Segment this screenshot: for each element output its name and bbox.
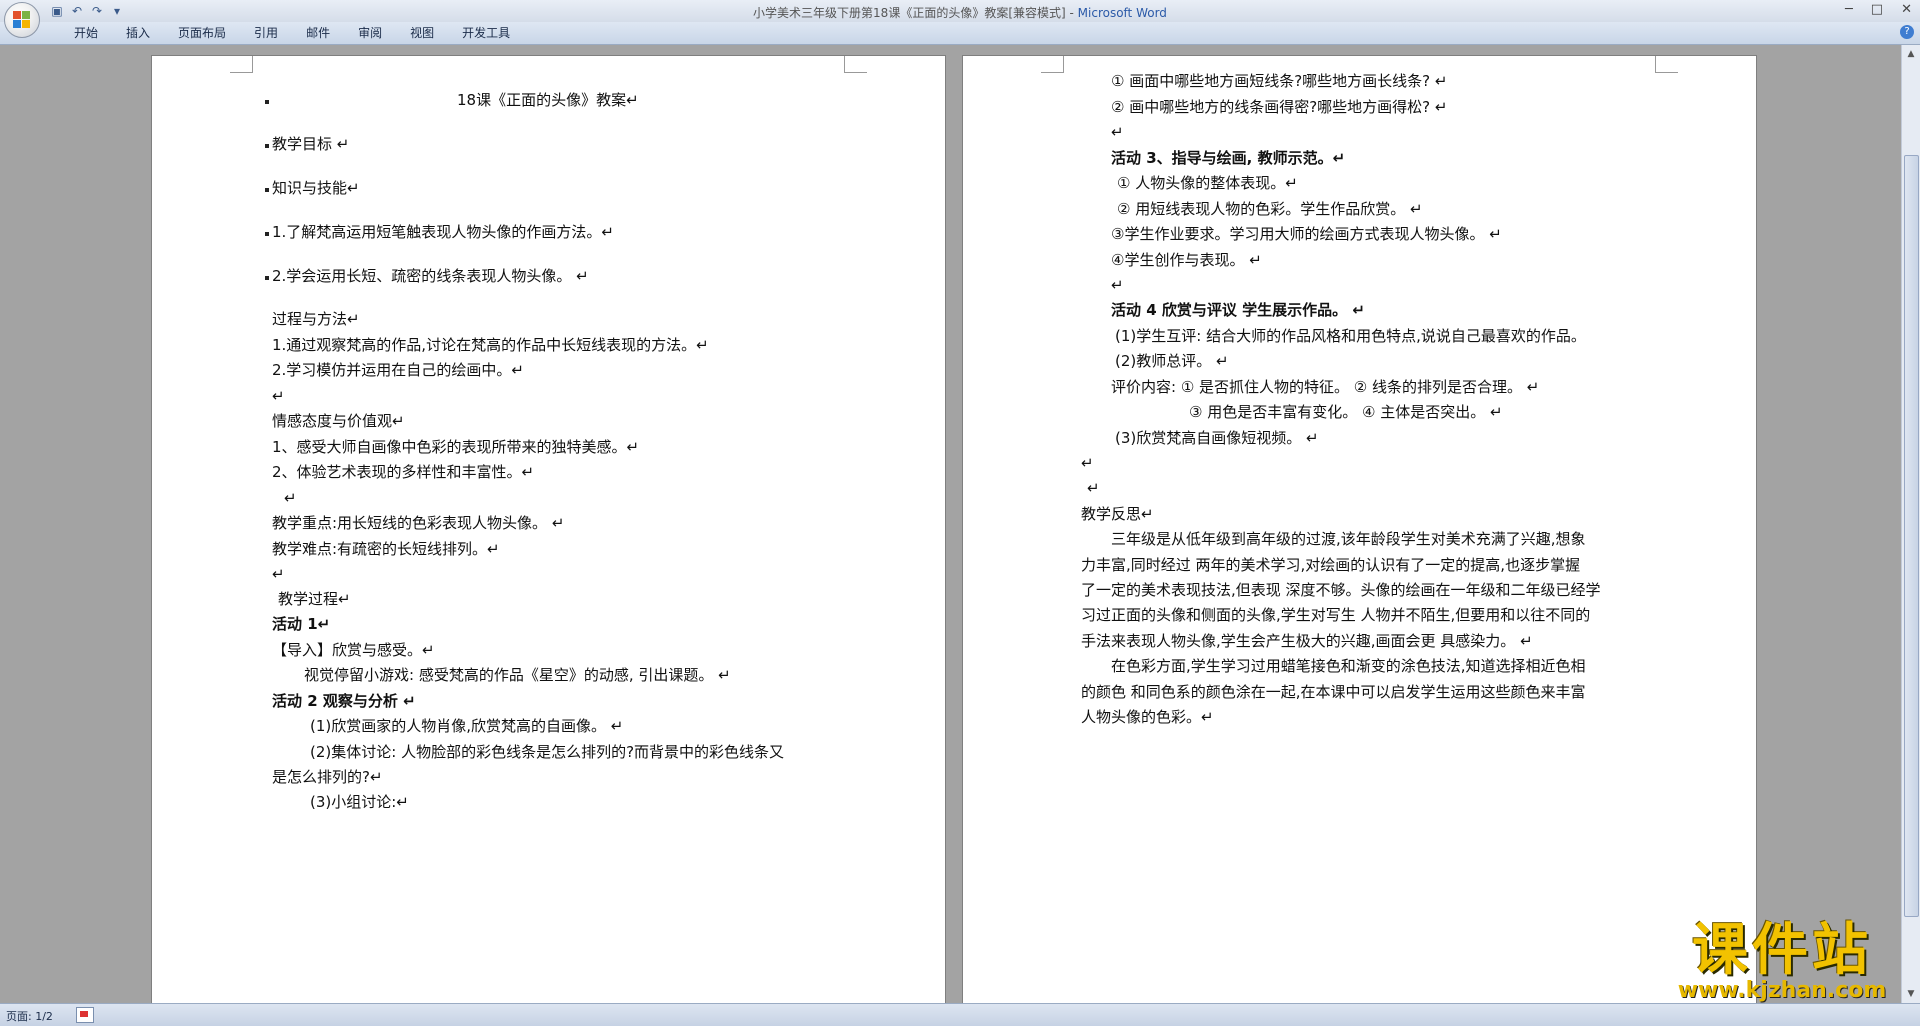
app-name: Microsoft Word: [1077, 6, 1167, 20]
text-line: (2)教师总评。 ↵: [1115, 352, 1229, 370]
text-line: 2.学会运用长短、疏密的线条表现人物头像。 ↵: [272, 267, 589, 285]
tab-4[interactable]: 邮件: [292, 25, 344, 41]
text-line: 评价内容: ① 是否抓住人物的特征。 ② 线条的排列是否合理。 ↵: [1111, 378, 1540, 396]
office-button[interactable]: [4, 2, 40, 38]
text-line: ① 人物头像的整体表现。↵: [1117, 174, 1298, 192]
text-line: ② 画中哪些地方的线条画得密?哪些地方画得松? ↵: [1111, 98, 1448, 116]
window-title: 小学美术三年级下册第18课《正面的头像》教案[兼容模式] - Microsoft…: [0, 4, 1920, 21]
text-line: 1.了解梵高运用短笔触表现人物头像的作画方法。↵: [272, 223, 614, 241]
help-icon[interactable]: ?: [1900, 25, 1914, 39]
text-line: 活动 3、指导与绘画, 教师示范。↵: [1111, 149, 1346, 167]
text-line: ④学生创作与表现。 ↵: [1111, 251, 1262, 269]
text-line: ↵: [272, 387, 285, 405]
text-line: 教学反思↵: [1081, 505, 1154, 523]
text-line: (2)集体讨论: 人物脸部的彩色线条是怎么排列的?而背景中的彩色线条又: [310, 743, 785, 761]
tab-0[interactable]: 开始: [60, 25, 112, 41]
text-line: 教学重点:用长短线的色彩表现人物头像。 ↵: [272, 514, 565, 532]
text-line: 过程与方法↵: [272, 310, 360, 328]
text-line: 习过正面的头像和侧面的头像,学生对写生 人物并不陌生,但要用和以往不同的: [1081, 606, 1591, 624]
scroll-up-icon[interactable]: ▲: [1904, 47, 1918, 61]
paragraph-mark-icon: [265, 276, 269, 280]
document-area[interactable]: 18课《正面的头像》教案↵ 教学目标 ↵ 知识与技能↵ 1.了解梵高运用短笔触表现人物…: [0, 45, 1902, 1003]
vertical-scrollbar[interactable]: ▲ ▼: [1901, 45, 1920, 1003]
text-line: ① 画面中哪些地方画短线条?哪些地方画长线条? ↵: [1111, 72, 1448, 90]
text-line: 2.学习模仿并运用在自己的绘画中。↵: [272, 361, 524, 379]
status-bar: 页面: 1/2: [0, 1003, 1920, 1026]
text-line: 教学过程↵: [278, 590, 351, 608]
text-line: 力丰富,同时经过 两年的美术学习,对绘画的认识有了一定的提高,也逐步掌握: [1081, 556, 1581, 574]
paragraph-mark-icon: [265, 144, 269, 148]
text-line: 情感态度与价值观↵: [272, 412, 405, 430]
maximize-button[interactable]: □: [1871, 2, 1883, 17]
text-line: 手法来表现人物头像,学生会产生极大的兴趣,画面会更 具感染力。 ↵: [1081, 632, 1533, 650]
text-line: 活动 1↵: [272, 615, 331, 633]
window-controls: ─ □ ✕: [1845, 2, 1912, 17]
text-line: 的颜色 和同色系的颜色涂在一起,在本课中可以启发学生运用这些颜色来丰富: [1081, 683, 1586, 701]
text-line: 活动 4 欣赏与评议 学生展示作品。 ↵: [1111, 301, 1365, 319]
text-line: ↵: [1111, 123, 1124, 141]
crop-mark: [230, 56, 253, 73]
title-bar: ▣ ↶ ↷ ▾ 小学美术三年级下册第18课《正面的头像》教案[兼容模式] - M…: [0, 0, 1920, 38]
watermark-title: 课件站: [1692, 917, 1872, 983]
text-line: 知识与技能↵: [272, 179, 360, 197]
tab-7[interactable]: 开发工具: [448, 25, 524, 41]
text-line: 2、体验艺术表现的多样性和丰富性。↵: [272, 463, 535, 481]
document-title: 小学美术三年级下册第18课《正面的头像》教案[兼容模式] -: [753, 6, 1078, 20]
text-line: ↵: [1081, 454, 1094, 472]
text-line: ↵: [272, 565, 285, 583]
text-line: 了一定的美术表现技法,但表现 深度不够。头像的绘画在一年级和二年级已经学: [1081, 581, 1601, 599]
watermark-url: www.kjzhan.com: [1677, 978, 1887, 1003]
scroll-down-icon[interactable]: ▼: [1904, 987, 1918, 1001]
paragraph-mark-icon: [265, 188, 269, 192]
page-1[interactable]: 18课《正面的头像》教案↵ 教学目标 ↵ 知识与技能↵ 1.了解梵高运用短笔触表现人物…: [151, 55, 946, 1003]
close-button[interactable]: ✕: [1901, 2, 1912, 17]
tab-2[interactable]: 页面布局: [164, 25, 240, 41]
crop-mark: [1041, 56, 1064, 73]
tab-1[interactable]: 插入: [112, 25, 164, 41]
text-line: (3)欣赏梵高自画像短视频。 ↵: [1115, 429, 1319, 447]
tab-3[interactable]: 引用: [240, 25, 292, 41]
scroll-thumb[interactable]: [1904, 155, 1919, 917]
text-line: 教学目标 ↵: [272, 135, 350, 153]
tab-6[interactable]: 视图: [396, 25, 448, 41]
text-line: 人物头像的色彩。↵: [1081, 708, 1214, 726]
ribbon-tabs: 开始 插入 页面布局 引用 邮件 审阅 视图 开发工具 ?: [0, 22, 1920, 45]
text-line: 在色彩方面,学生学习过用蜡笔接色和渐变的涂色技法,知道选择相近色相: [1111, 657, 1586, 675]
office-logo-icon: [13, 11, 31, 29]
text-line: 1、感受大师自画像中色彩的表现所带来的独特美感。↵: [272, 438, 640, 456]
text-line: 三年级是从低年级到高年级的过渡,该年龄段学生对美术充满了兴趣,想象: [1111, 530, 1586, 548]
watermark-logo: 课件站 www.kjzhan.com: [1662, 917, 1902, 1003]
text-line: ③学生作业要求。学习用大师的绘画方式表现人物头像。 ↵: [1111, 225, 1502, 243]
crop-mark: [844, 56, 867, 73]
text-line: ↵: [1087, 479, 1100, 497]
text-line: (1)欣赏画家的人物肖像,欣赏梵高的自画像。 ↵: [310, 717, 624, 735]
text-line: 【导入】欣赏与感受。↵: [272, 641, 435, 659]
text-line: 1.通过观察梵高的作品,讨论在梵高的作品中长短线表现的方法。↵: [272, 336, 709, 354]
text-line: 活动 2 观察与分析 ↵: [272, 692, 416, 710]
text-line: ③ 用色是否丰富有变化。 ④ 主体是否突出。 ↵: [1189, 403, 1503, 421]
proofing-icon[interactable]: [76, 1007, 94, 1023]
text-line: 是怎么排列的?↵: [272, 768, 383, 786]
minimize-button[interactable]: ─: [1845, 2, 1853, 17]
text-line: 教学难点:有疏密的长短线排列。↵: [272, 540, 500, 558]
text-line: 视觉停留小游戏: 感受梵高的作品《星空》的动感, 引出课题。 ↵: [304, 666, 731, 684]
text-line: ↵: [284, 489, 297, 507]
text-line: 18课《正面的头像》教案↵: [457, 91, 639, 109]
paragraph-mark-icon: [265, 232, 269, 236]
text-line: ② 用短线表现人物的色彩。学生作品欣赏。 ↵: [1117, 200, 1423, 218]
crop-mark: [1655, 56, 1678, 73]
tab-5[interactable]: 审阅: [344, 25, 396, 41]
page-indicator[interactable]: 页面: 1/2: [6, 1008, 53, 1024]
text-line: (1)学生互评: 结合大师的作品风格和用色特点,说说自己最喜欢的作品。: [1115, 327, 1586, 345]
text-line: (3)小组讨论:↵: [310, 793, 409, 811]
text-line: ↵: [1111, 276, 1124, 294]
page-2[interactable]: ① 画面中哪些地方画短线条?哪些地方画长线条? ↵ ② 画中哪些地方的线条画得密?…: [962, 55, 1757, 1003]
paragraph-mark-icon: [265, 100, 269, 104]
